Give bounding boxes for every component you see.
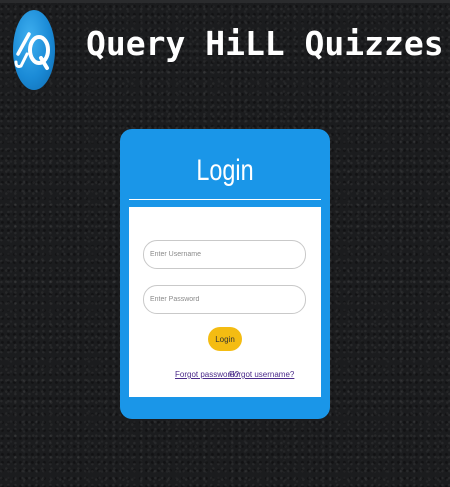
password-input[interactable]: [143, 285, 306, 314]
qh-logo-icon: [13, 10, 55, 90]
app-title: Query HiLL Quizzes: [86, 24, 444, 63]
username-input[interactable]: [143, 240, 306, 269]
card-divider: [129, 199, 321, 200]
forgot-username-link[interactable]: Forgot username?: [229, 370, 294, 379]
login-button[interactable]: Login: [208, 327, 242, 351]
top-strip: [0, 0, 450, 3]
login-card-title: Login: [196, 154, 254, 187]
